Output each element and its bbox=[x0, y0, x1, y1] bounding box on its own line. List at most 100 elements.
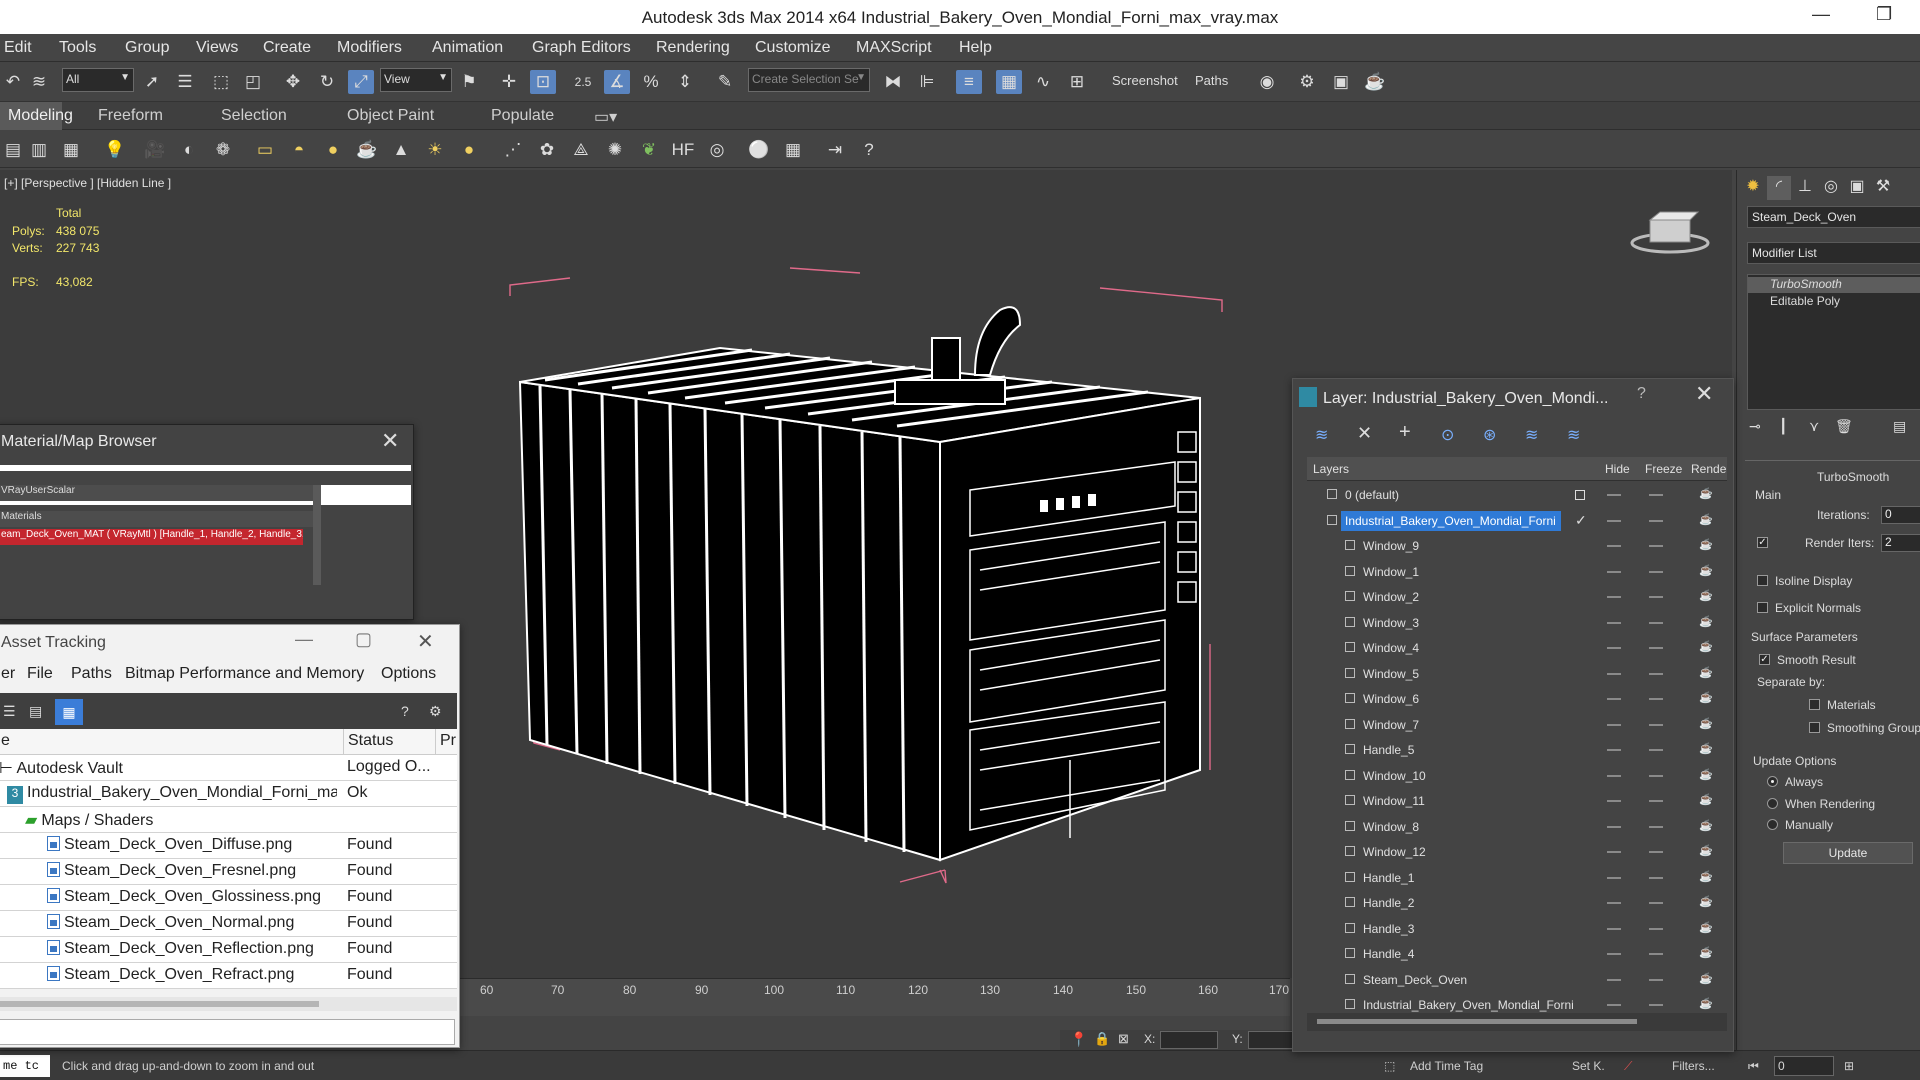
graphite-modeling-tools-icon[interactable]: ▦ bbox=[996, 70, 1022, 94]
render-teapot-icon[interactable]: ☕ bbox=[1699, 667, 1713, 678]
menu-customize[interactable]: Customize bbox=[755, 39, 831, 57]
unlink-icon[interactable]: ↶ bbox=[0, 70, 26, 94]
menu-help[interactable]: Help bbox=[959, 39, 992, 57]
asset-tracking-title[interactable]: Asset Tracking bbox=[1, 625, 106, 661]
material-browser-scrollbar[interactable] bbox=[313, 485, 321, 585]
layer-row[interactable]: Industrial_Bakery_Oven_Mondial_Forni ✓ ☕ bbox=[1307, 509, 1727, 533]
help-icon[interactable]: ? bbox=[401, 703, 409, 719]
freeze-toggle[interactable] bbox=[1649, 825, 1663, 828]
time-config-icon[interactable]: ⊞ bbox=[1844, 1059, 1854, 1073]
fur-icon[interactable]: ✿ bbox=[534, 138, 560, 162]
asset-path-field[interactable] bbox=[0, 1019, 455, 1045]
edit-named-selection-icon[interactable]: ✎ bbox=[712, 70, 738, 94]
prev-key-icon[interactable]: ⏮ bbox=[1748, 1059, 1759, 1074]
sphere-icon[interactable]: ● bbox=[320, 138, 346, 162]
list-view-icon[interactable]: ☰ bbox=[3, 703, 16, 720]
asset-menu-options[interactable]: Options bbox=[381, 665, 436, 683]
add-time-tag-button[interactable]: Add Time Tag bbox=[1410, 1059, 1483, 1073]
named-selection-set-dropdown[interactable]: Create Selection Se ▼ bbox=[748, 68, 870, 92]
bind-space-warp-icon[interactable]: ≋ bbox=[26, 70, 52, 94]
freeze-toggle[interactable] bbox=[1649, 570, 1663, 573]
render-setup-icon[interactable]: ⚙ bbox=[1294, 70, 1320, 94]
freeze-toggle[interactable] bbox=[1649, 1004, 1663, 1006]
percent-snap-icon[interactable]: % bbox=[638, 70, 664, 94]
tab-populate[interactable]: Populate bbox=[491, 107, 554, 125]
hierarchy-tab-icon[interactable]: ⊥ bbox=[1793, 176, 1817, 200]
asset-menu-server[interactable]: er bbox=[1, 665, 15, 683]
delete-layer-icon[interactable]: ✕ bbox=[1357, 423, 1372, 444]
render-teapot-icon[interactable]: ☕ bbox=[1699, 871, 1713, 882]
menu-views[interactable]: Views bbox=[196, 39, 238, 57]
hide-toggle[interactable] bbox=[1607, 876, 1621, 879]
explicit-normals-checkbox[interactable] bbox=[1757, 602, 1768, 613]
material-entry[interactable]: eam_Deck_Oven_MAT ( VRayMtl ) [Handle_1,… bbox=[0, 529, 303, 545]
table-row[interactable]: Steam_Deck_Oven_Normal.png Found bbox=[0, 911, 457, 937]
particle-icon[interactable]: ❁ bbox=[210, 138, 236, 162]
utilities-tab-icon[interactable]: ⚒ bbox=[1871, 176, 1895, 200]
stack-item-turbosmooth[interactable]: TurboSmooth bbox=[1748, 277, 1920, 293]
freeze-toggle[interactable] bbox=[1649, 672, 1663, 675]
materials-group-header[interactable]: Materials bbox=[0, 511, 317, 527]
menu-rendering[interactable]: Rendering bbox=[656, 39, 730, 57]
layer-row[interactable]: Window_8 ☕ bbox=[1307, 815, 1727, 839]
smooth-result-checkbox[interactable]: ✓ bbox=[1759, 654, 1770, 665]
render-column-header[interactable]: Rende bbox=[1691, 462, 1726, 476]
table-row[interactable]: 3 Industrial_Bakery_Oven_Mondial_Forni_ma… bbox=[0, 781, 457, 807]
hide-toggle[interactable] bbox=[1607, 800, 1621, 802]
freeze-toggle[interactable] bbox=[1649, 621, 1663, 624]
hide-toggle[interactable] bbox=[1607, 647, 1621, 649]
layer-row[interactable]: Window_2 ☕ bbox=[1307, 585, 1727, 609]
layer-row[interactable]: Window_11 ☕ bbox=[1307, 789, 1727, 813]
table-row[interactable]: Steam_Deck_Oven_Diffuse.png Found bbox=[0, 833, 457, 859]
dome-icon[interactable]: ◓ bbox=[286, 138, 312, 162]
layer-row[interactable]: Window_12 ☕ bbox=[1307, 840, 1727, 864]
table-row[interactable]: Steam_Deck_Oven_Fresnel.png Found bbox=[0, 859, 457, 885]
hide-toggle[interactable] bbox=[1607, 953, 1621, 955]
create-light-icon[interactable]: 💡 bbox=[102, 138, 128, 162]
hide-toggle[interactable] bbox=[1607, 519, 1621, 522]
render-teapot-icon[interactable]: ☕ bbox=[1699, 616, 1713, 627]
lock-icon[interactable]: 🔒 bbox=[1094, 1031, 1110, 1047]
export-icon[interactable]: ⇥ bbox=[822, 138, 848, 162]
layer-row[interactable]: Window_1 ☕ bbox=[1307, 560, 1727, 584]
material-browser-title[interactable]: Material/Map Browser bbox=[1, 433, 157, 465]
select-by-name-icon[interactable]: ☰ bbox=[172, 70, 198, 94]
spinner-snap-icon[interactable]: ⇕ bbox=[672, 70, 698, 94]
material-editor-icon[interactable]: ◉ bbox=[1254, 70, 1280, 94]
rectangle-selection-icon[interactable]: ⬚ bbox=[208, 70, 234, 94]
pin-stack-icon[interactable]: ⊸ bbox=[1749, 418, 1761, 435]
layer-row[interactable]: Window_7 ☕ bbox=[1307, 713, 1727, 737]
current-frame-field[interactable]: 0 bbox=[1774, 1056, 1834, 1076]
freeze-all-layers-icon[interactable]: ≋ bbox=[1567, 425, 1580, 445]
hide-toggle[interactable] bbox=[1607, 621, 1621, 624]
asset-horizontal-scrollbar[interactable] bbox=[0, 997, 457, 1011]
render-teapot-icon[interactable]: ☕ bbox=[1699, 744, 1713, 755]
vray-user-scalar-row[interactable]: VRayUserScalar bbox=[0, 485, 317, 501]
freeze-toggle[interactable] bbox=[1649, 774, 1663, 777]
add-to-layer-icon[interactable]: + bbox=[1399, 421, 1411, 444]
pivot-center-icon[interactable]: ⚑ bbox=[456, 70, 482, 94]
freeze-toggle[interactable] bbox=[1649, 596, 1663, 598]
table-row[interactable]: Steam_Deck_Oven_Refract.png Found bbox=[0, 963, 457, 989]
hide-toggle[interactable] bbox=[1607, 545, 1621, 547]
render-teapot-icon[interactable]: ☕ bbox=[1699, 718, 1713, 729]
render-teapot-icon[interactable]: ☕ bbox=[1699, 514, 1713, 525]
render-teapot-icon[interactable]: ☕ bbox=[1699, 999, 1713, 1010]
modify-tab-icon[interactable]: ◜ bbox=[1767, 176, 1791, 200]
update-when-rendering-radio[interactable] bbox=[1767, 798, 1778, 809]
layer-row[interactable]: 0 (default) ☕ bbox=[1307, 483, 1727, 507]
minimize-icon[interactable]: — bbox=[295, 629, 313, 650]
separate-smoothing-groups-checkbox[interactable] bbox=[1809, 722, 1820, 733]
render-teapot-icon[interactable]: ☕ bbox=[1699, 540, 1713, 551]
reference-coordinate-dropdown[interactable]: View ▼ bbox=[380, 68, 452, 92]
display-tab-icon[interactable]: ▣ bbox=[1845, 176, 1869, 200]
maximize-icon[interactable]: ▢ bbox=[355, 629, 372, 650]
render-teapot-icon[interactable]: ☕ bbox=[1699, 489, 1713, 500]
hide-column-header[interactable]: Hide bbox=[1605, 462, 1630, 476]
layer-row[interactable]: Handle_1 ☕ bbox=[1307, 866, 1727, 890]
teapot-icon[interactable]: ☕ bbox=[354, 138, 380, 162]
freeze-toggle[interactable] bbox=[1649, 927, 1663, 930]
render-teapot-icon[interactable]: ☕ bbox=[1699, 922, 1713, 933]
freeze-toggle[interactable] bbox=[1649, 953, 1663, 955]
render-teapot-icon[interactable]: ☕ bbox=[1699, 820, 1713, 831]
